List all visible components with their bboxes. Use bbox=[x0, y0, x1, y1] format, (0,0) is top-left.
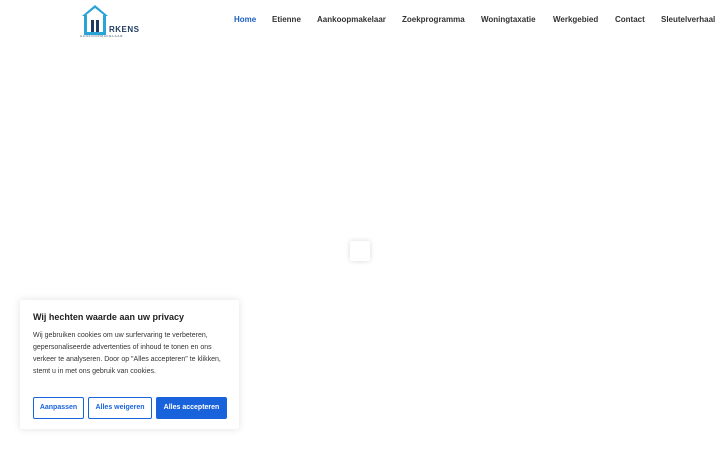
nav-item-sleutelverhaal[interactable]: Sleutelverhaal bbox=[661, 14, 715, 26]
nav-item-aankoopmakelaar[interactable]: Aankoopmakelaar bbox=[317, 14, 386, 26]
logo-wordmark: RKENS bbox=[109, 25, 140, 34]
reject-all-button[interactable]: Alles weigeren bbox=[88, 397, 152, 419]
nav-item-etienne[interactable]: Etienne bbox=[272, 14, 301, 26]
nav-item-home[interactable]: Home bbox=[234, 14, 256, 26]
loading-indicator bbox=[350, 241, 370, 261]
nav-item-contact[interactable]: Contact bbox=[615, 14, 645, 26]
nav-item-werkgebied[interactable]: Werkgebied bbox=[553, 14, 598, 26]
cookie-consent-banner: Wij hechten waarde aan uw privacy Wij ge… bbox=[20, 300, 239, 429]
cookie-banner-title: Wij hechten waarde aan uw privacy bbox=[33, 312, 184, 322]
accept-all-button[interactable]: Alles accepteren bbox=[156, 397, 227, 419]
nav-item-zoekprogramma[interactable]: Zoekprogramma bbox=[402, 14, 465, 26]
cookie-banner-text: Wij gebruiken cookies om uw surfervaring… bbox=[33, 332, 221, 375]
logo-subtitle: AANKOOPMAKELAAR bbox=[80, 34, 124, 38]
nav-item-woningtaxatie[interactable]: Woningtaxatie bbox=[481, 14, 536, 26]
customize-button[interactable]: Aanpassen bbox=[33, 397, 84, 419]
site-logo[interactable]: RKENS AANKOOPMAKELAAR bbox=[80, 3, 142, 39]
site-header: RKENS AANKOOPMAKELAAR Home Etienne Aanko… bbox=[0, 0, 720, 40]
